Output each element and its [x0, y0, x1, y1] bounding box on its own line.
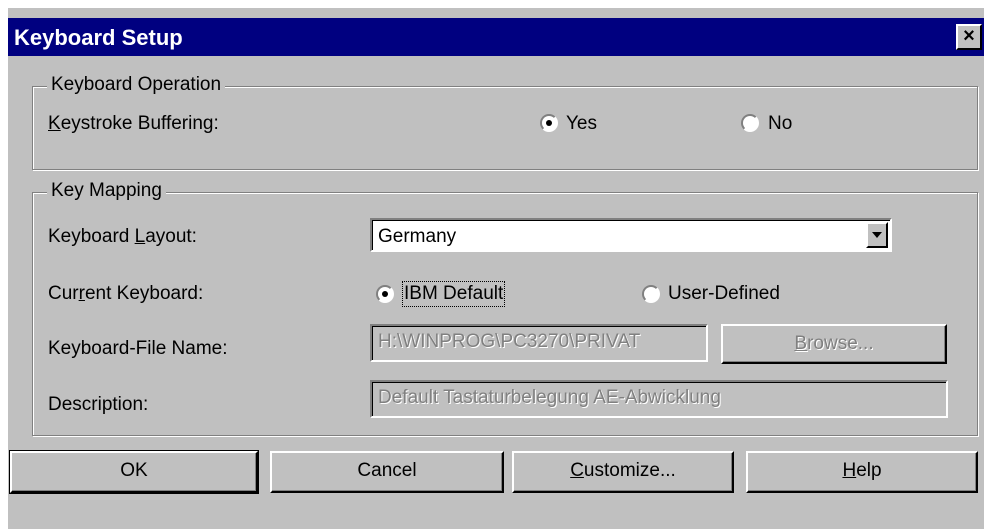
- description-value: Default Tastaturbelegung AE-Abwicklung: [378, 387, 721, 408]
- current-keyboard-ibm-default-radio[interactable]: [376, 285, 394, 303]
- keyboard-setup-dialog: Keyboard Setup × Keyboard Operation Keys…: [8, 8, 984, 529]
- ok-button[interactable]: OK: [9, 450, 259, 494]
- cancel-button[interactable]: Cancel: [270, 451, 504, 493]
- close-icon: ×: [963, 25, 975, 47]
- help-button[interactable]: Help: [746, 451, 978, 493]
- keyboard-layout-select[interactable]: Germany: [370, 218, 892, 252]
- current-keyboard-user-defined-label[interactable]: User-Defined: [668, 283, 780, 305]
- browse-button: Browse...: [721, 324, 947, 364]
- keyboard-file-name-field: H:\WINPROG\PC3270\PRIVAT: [370, 324, 708, 362]
- keystroke-buffering-yes-radio[interactable]: [540, 114, 558, 132]
- keystroke-buffering-label: Keystroke Buffering:: [48, 113, 219, 134]
- key-mapping-legend: Key Mapping: [47, 180, 166, 202]
- keyboard-layout-label: Keyboard Layout:: [48, 226, 197, 247]
- keyboard-file-name-value: H:\WINPROG\PC3270\PRIVAT: [378, 331, 641, 352]
- description-label: Description:: [48, 394, 149, 415]
- description-field: Default Tastaturbelegung AE-Abwicklung: [370, 380, 948, 418]
- keystroke-buffering-yes-label[interactable]: Yes: [566, 113, 597, 135]
- keystroke-buffering-no-radio[interactable]: [741, 114, 759, 132]
- chevron-down-icon[interactable]: [866, 222, 888, 248]
- current-keyboard-user-defined-radio[interactable]: [642, 285, 660, 303]
- keystroke-buffering-no-label[interactable]: No: [768, 113, 792, 135]
- close-button[interactable]: ×: [956, 24, 982, 50]
- customize-button[interactable]: Customize...: [512, 451, 734, 493]
- title-bar: Keyboard Setup ×: [8, 18, 984, 56]
- keyboard-layout-value: Germany: [378, 226, 457, 247]
- current-keyboard-ibm-default-label[interactable]: IBM Default: [401, 281, 506, 307]
- keyboard-operation-legend: Keyboard Operation: [47, 74, 226, 96]
- keyboard-file-name-label: Keyboard-File Name:: [48, 338, 228, 359]
- current-keyboard-label: Current Keyboard:: [48, 283, 204, 304]
- window-title: Keyboard Setup: [14, 25, 183, 50]
